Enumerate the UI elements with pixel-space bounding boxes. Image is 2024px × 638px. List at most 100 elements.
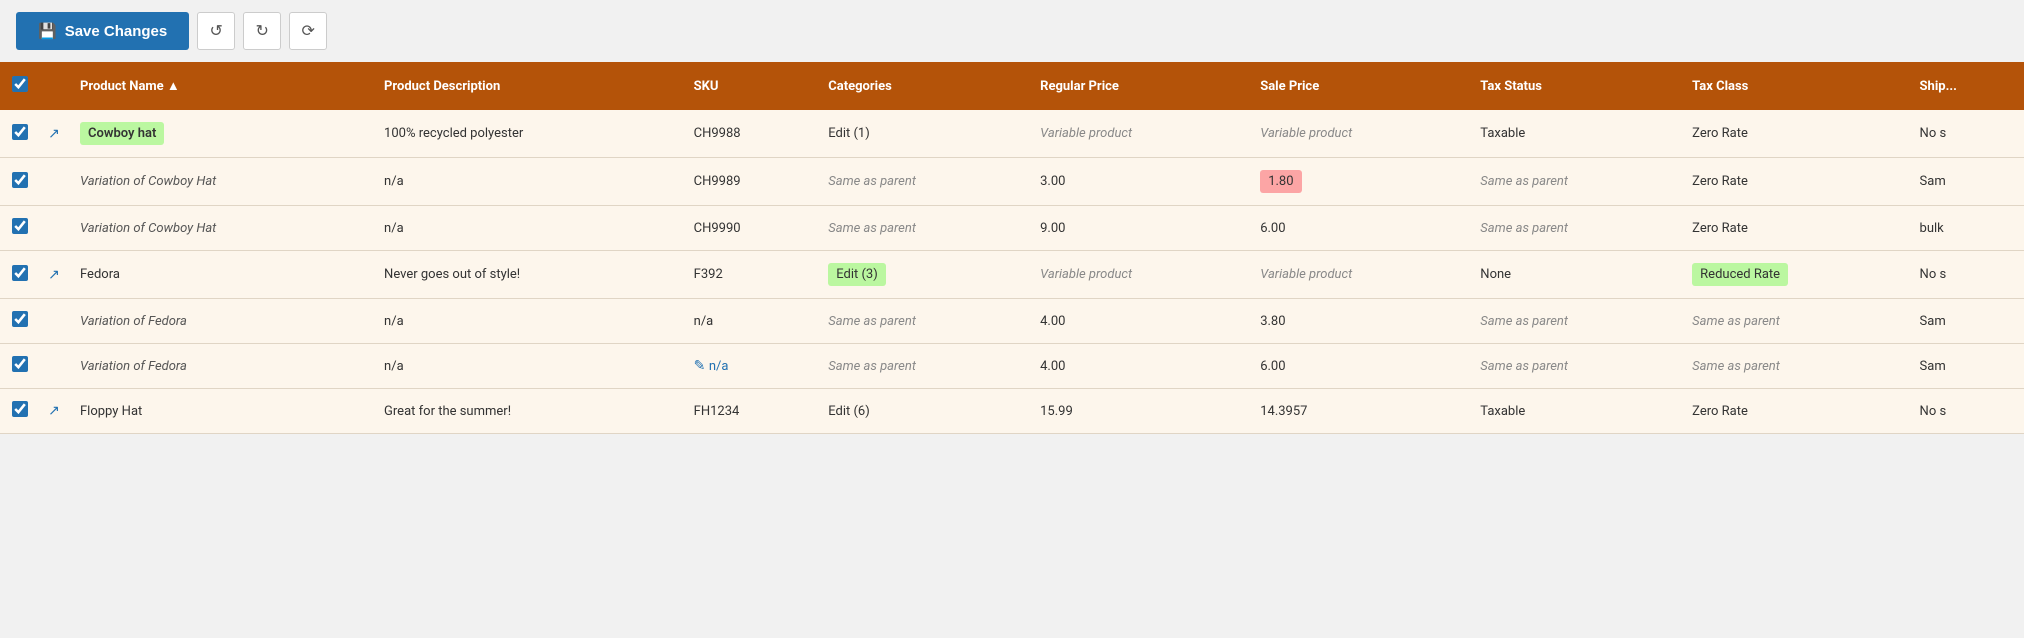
row-tax-class[interactable]: Reduced Rate [1680, 251, 1907, 299]
row-regular-price: 9.00 [1028, 206, 1248, 251]
row-categories[interactable]: Edit (3) [816, 251, 1028, 299]
toolbar: 💾 Save Changes ↺ ↻ ⟳ [0, 0, 2024, 62]
sale-price-label: Sale Price [1260, 79, 1319, 94]
row-sale-price: 14.3957 [1248, 389, 1468, 434]
row-sku: ✎ n/a [682, 344, 817, 389]
row-check-cell [0, 158, 40, 206]
row-checkbox[interactable] [12, 172, 28, 188]
refresh-button[interactable]: ⟳ [289, 12, 327, 50]
refresh-icon: ⟳ [302, 21, 315, 41]
undo-button[interactable]: ↺ [197, 12, 235, 50]
row-product-name: Floppy Hat [68, 389, 372, 434]
row-checkbox[interactable] [12, 265, 28, 281]
header-ship: Ship... [1908, 62, 2024, 110]
external-link-icon[interactable]: ↗ [48, 126, 60, 142]
sku-edit-icon[interactable]: ✎ [694, 358, 709, 374]
categories-value: Same as parent [828, 174, 916, 189]
tax-status-value: Same as parent [1480, 174, 1568, 189]
product-name-label: Product Name ▲ [80, 79, 180, 94]
sale-price-value: Variable product [1260, 267, 1352, 282]
header-tax-class[interactable]: Tax Class [1680, 62, 1907, 110]
sku-link[interactable]: n/a [709, 359, 729, 374]
tax-status-value: Same as parent [1480, 359, 1568, 374]
sale-price-value: 1.80 [1260, 170, 1301, 193]
external-link-icon[interactable]: ↗ [48, 403, 60, 419]
row-check-cell [0, 206, 40, 251]
row-tax-status: Same as parent [1468, 206, 1680, 251]
header-product-name[interactable]: Product Name ▲ [68, 62, 372, 110]
row-regular-price: 4.00 [1028, 344, 1248, 389]
row-sale-price: Variable product [1248, 110, 1468, 158]
header-tax-status[interactable]: Tax Status [1468, 62, 1680, 110]
row-checkbox[interactable] [12, 401, 28, 417]
row-tax-class: Same as parent [1680, 344, 1907, 389]
redo-icon: ↻ [256, 21, 269, 41]
product-name-value: Variation of Fedora [80, 359, 187, 374]
row-checkbox[interactable] [12, 356, 28, 372]
row-product-name: Fedora [68, 251, 372, 299]
table-row: ↗Cowboy hat100% recycled polyesterCH9988… [0, 110, 2024, 158]
header-sku[interactable]: SKU [682, 62, 817, 110]
tax-class-value[interactable]: Reduced Rate [1692, 263, 1788, 286]
row-link-cell [40, 344, 68, 389]
row-tax-class: Same as parent [1680, 299, 1907, 344]
row-checkbox[interactable] [12, 311, 28, 327]
product-name-value: Variation of Cowboy Hat [80, 174, 216, 189]
row-sale-price: 6.00 [1248, 344, 1468, 389]
row-sale-price: Variable product [1248, 251, 1468, 299]
row-regular-price: Variable product [1028, 251, 1248, 299]
row-sale-price: 1.80 [1248, 158, 1468, 206]
categories-label: Categories [828, 79, 892, 94]
row-checkbox[interactable] [12, 124, 28, 140]
row-product-description: Great for the summer! [372, 389, 682, 434]
row-categories: Same as parent [816, 158, 1028, 206]
header-product-description[interactable]: Product Description [372, 62, 682, 110]
header-check[interactable] [0, 62, 40, 110]
row-product-name: Cowboy hat [68, 110, 372, 158]
row-ship: Sam [1908, 158, 2024, 206]
tax-status-label: Tax Status [1480, 79, 1542, 94]
row-tax-status: Same as parent [1468, 299, 1680, 344]
row-regular-price: 4.00 [1028, 299, 1248, 344]
row-sku: CH9989 [682, 158, 817, 206]
row-ship: No s [1908, 389, 2024, 434]
header-categories[interactable]: Categories [816, 62, 1028, 110]
external-link-icon[interactable]: ↗ [48, 267, 60, 283]
table-row: Variation of Cowboy Hatn/aCH9990Same as … [0, 206, 2024, 251]
tax-status-value: Same as parent [1480, 221, 1568, 236]
sku-label: SKU [694, 79, 719, 94]
tax-class-value: Same as parent [1692, 314, 1780, 329]
categories-value: Same as parent [828, 359, 916, 374]
table-row: ↗FedoraNever goes out of style!F392Edit … [0, 251, 2024, 299]
row-link-cell [40, 158, 68, 206]
product-name-value: Variation of Cowboy Hat [80, 221, 216, 236]
row-tax-class: Zero Rate [1680, 110, 1907, 158]
select-all-checkbox[interactable] [12, 76, 28, 92]
row-check-cell [0, 344, 40, 389]
row-ship: Sam [1908, 344, 2024, 389]
row-categories: Same as parent [816, 299, 1028, 344]
table-row: Variation of Fedoran/an/aSame as parent4… [0, 299, 2024, 344]
save-button[interactable]: 💾 Save Changes [16, 12, 189, 50]
table-header-row: Product Name ▲ Product Description SKU C… [0, 62, 2024, 110]
regular-price-value: Variable product [1040, 267, 1132, 282]
categories-value[interactable]: Edit (3) [828, 263, 886, 286]
row-regular-price: 15.99 [1028, 389, 1248, 434]
row-regular-price: Variable product [1028, 110, 1248, 158]
row-ship: Sam [1908, 299, 2024, 344]
categories-value: Same as parent [828, 221, 916, 236]
header-regular-price[interactable]: Regular Price [1028, 62, 1248, 110]
row-tax-status: Same as parent [1468, 158, 1680, 206]
header-sale-price[interactable]: Sale Price [1248, 62, 1468, 110]
row-product-description: Never goes out of style! [372, 251, 682, 299]
floppy-disk-icon: 💾 [38, 22, 57, 40]
row-check-cell [0, 299, 40, 344]
row-tax-class: Zero Rate [1680, 158, 1907, 206]
row-tax-class: Zero Rate [1680, 206, 1907, 251]
redo-button[interactable]: ↻ [243, 12, 281, 50]
tax-class-label: Tax Class [1692, 79, 1748, 94]
row-link-cell [40, 206, 68, 251]
row-product-name: Variation of Cowboy Hat [68, 206, 372, 251]
row-checkbox[interactable] [12, 218, 28, 234]
row-product-name: Variation of Fedora [68, 344, 372, 389]
